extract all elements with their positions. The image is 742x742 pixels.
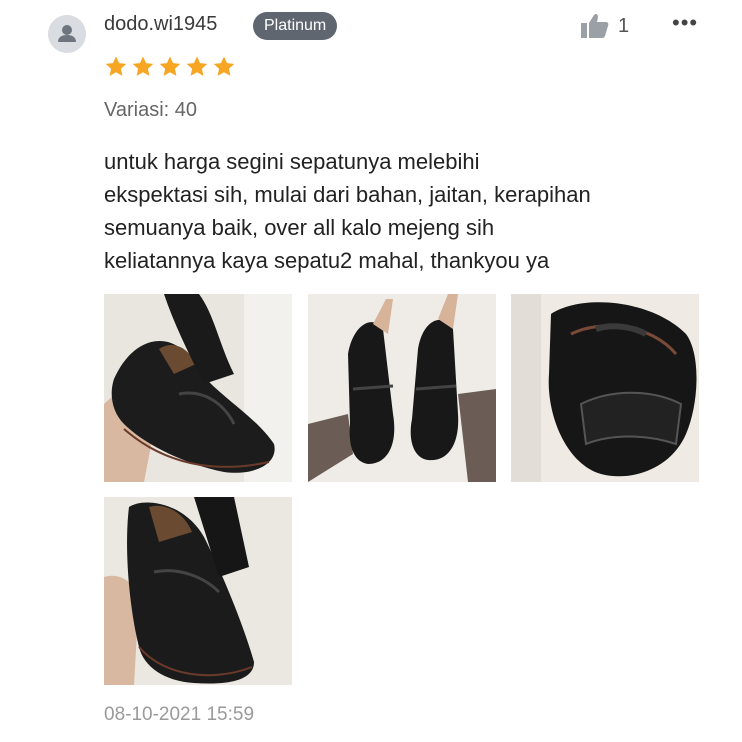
review-photo-4[interactable] <box>104 497 292 685</box>
like-count: 1 <box>618 14 630 37</box>
star-icon <box>132 56 154 76</box>
shoe-photo <box>308 294 496 482</box>
variant-label: Variasi: 40 <box>104 99 198 121</box>
like-button[interactable]: 1 <box>580 12 629 40</box>
review-photo-3[interactable] <box>511 294 699 482</box>
star-icon <box>105 56 127 76</box>
review-photo-1[interactable] <box>104 294 292 482</box>
username[interactable]: dodo.wi1945 <box>104 13 217 36</box>
thumbs-up-icon <box>581 13 609 39</box>
user-icon <box>48 15 86 53</box>
star-icon <box>213 56 235 76</box>
star-rating <box>104 55 236 79</box>
more-icon: ••• <box>672 10 699 35</box>
review-comment: untuk harga segini sepatunya melebihi ek… <box>104 149 591 273</box>
star-icon <box>159 56 181 76</box>
review-photo-2[interactable] <box>308 294 496 482</box>
membership-badge: Platinum <box>253 12 338 40</box>
review-timestamp: 08-10-2021 15:59 <box>104 704 255 725</box>
more-options-button[interactable]: ••• <box>672 10 698 36</box>
shoe-photo <box>511 294 699 482</box>
shoe-photo <box>104 294 292 482</box>
star-icon <box>186 56 208 76</box>
avatar[interactable] <box>48 15 86 53</box>
shoe-photo <box>104 497 292 685</box>
